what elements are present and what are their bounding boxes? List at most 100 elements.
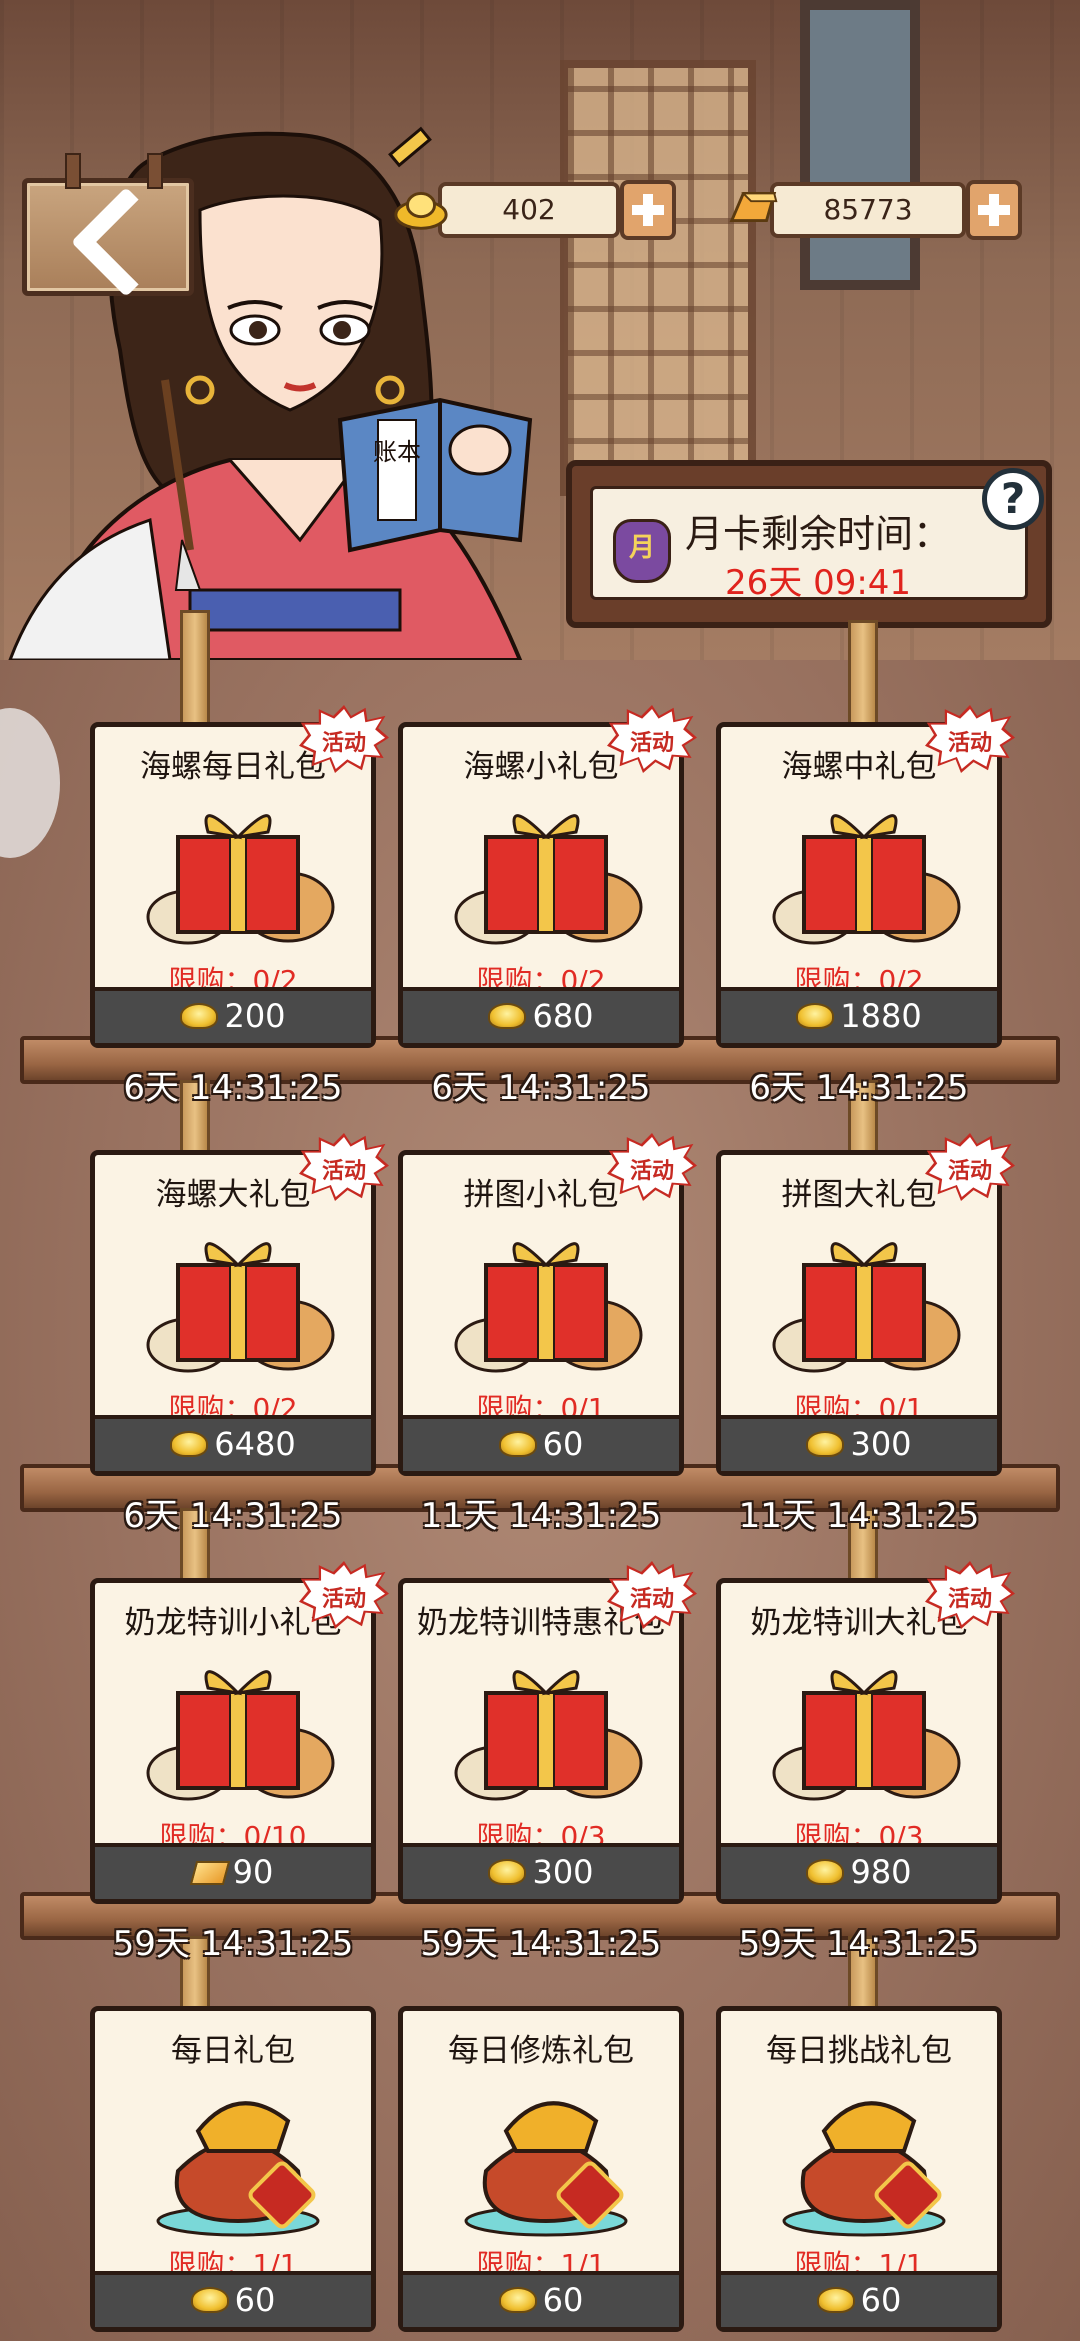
gold-bar-icon: [729, 192, 778, 222]
month-card-badge-icon: 月: [613, 519, 671, 583]
treasure-bag-icon: [464, 2101, 628, 2237]
pack-timer: 6天 14:31:25: [431, 1068, 651, 1108]
gold-currency-display: 402: [394, 182, 620, 238]
price-value: 980: [850, 1853, 912, 1891]
gift-box-icon: [454, 1242, 643, 1373]
treasure-bag-icon: [156, 2101, 320, 2237]
activity-badge-label: 活动: [947, 1159, 992, 1184]
activity-badge: 活动: [925, 1561, 1015, 1629]
pack-card[interactable]: 拼图大礼包 限购：0/1 300 活动: [716, 1133, 1015, 1476]
shelf-pole: [180, 610, 210, 730]
activity-badge: 活动: [607, 1561, 697, 1629]
book-label: 账本: [373, 438, 421, 466]
activity-badge: 活动: [299, 1561, 389, 1629]
pack-name: 每日礼包: [171, 2033, 295, 2069]
activity-badge-label: 活动: [947, 731, 992, 756]
activity-badge: 活动: [607, 1133, 697, 1201]
gold-ingot-icon: [498, 2287, 537, 2313]
pack-timer: 6天 14:31:25: [749, 1068, 969, 1108]
pack-card[interactable]: 海螺中礼包 限购：0/2 1880 活动: [716, 705, 1015, 1048]
gold-ingot-icon: [498, 1431, 537, 1457]
price-button[interactable]: 60: [721, 2271, 997, 2327]
pack-timer: 59天 14:31:25: [420, 1924, 662, 1964]
pack-timer: 59天 14:31:25: [738, 1924, 980, 1964]
price-value: 300: [532, 1853, 594, 1891]
pack-timer: 6天 14:31:25: [123, 1496, 343, 1536]
price-value: 90: [232, 1853, 274, 1891]
pack-name: 每日修炼礼包: [448, 2033, 634, 2069]
price-value: 200: [224, 997, 286, 1035]
gift-box-icon: [454, 814, 643, 945]
gift-box-icon: [146, 1242, 335, 1373]
gold-ingot-icon: [180, 1003, 219, 1029]
activity-badge-label: 活动: [629, 1587, 674, 1612]
month-card-title: 月卡剩余时间：: [685, 512, 952, 556]
activity-badge: 活动: [925, 705, 1015, 773]
price-button[interactable]: 980: [721, 1843, 997, 1899]
gift-box-icon: [772, 814, 961, 945]
price-button[interactable]: 300: [721, 1415, 997, 1471]
price-button[interactable]: 60: [403, 2271, 679, 2327]
background-painting: [800, 0, 920, 290]
gift-box-icon: [772, 1242, 961, 1373]
ingot-currency-display: 85773: [729, 182, 966, 238]
chevron-left-icon: [70, 186, 182, 298]
pack-card[interactable]: 每日修炼礼包 限购：1/1 60: [398, 2006, 684, 2332]
add-ingot-button[interactable]: [966, 180, 1022, 240]
activity-badge: 活动: [299, 705, 389, 773]
price-value: 60: [860, 2281, 902, 2319]
month-card-remaining: 26天 09:41: [725, 563, 912, 603]
treasure-bag-icon: [782, 2101, 946, 2237]
pack-timer: 59天 14:31:25: [112, 1924, 354, 1964]
activity-badge: 活动: [607, 705, 697, 773]
gold-bar-icon: [189, 1861, 230, 1885]
activity-badge: 活动: [925, 1133, 1015, 1201]
price-value: 60: [542, 2281, 584, 2319]
price-value: 60: [542, 1425, 584, 1463]
gold-ingot-icon: [488, 1003, 527, 1029]
price-value: 1880: [840, 997, 922, 1035]
price-button[interactable]: 60: [403, 1415, 679, 1471]
price-value: 6480: [214, 1425, 296, 1463]
price-button[interactable]: 60: [95, 2271, 371, 2327]
price-button[interactable]: 200: [95, 987, 371, 1043]
gold-amount: 402: [502, 193, 556, 226]
gold-ingot-icon: [806, 1859, 845, 1885]
price-value: 300: [850, 1425, 912, 1463]
pack-timer: 11天 14:31:25: [738, 1496, 980, 1536]
activity-badge-label: 活动: [629, 1159, 674, 1184]
pack-card[interactable]: 海螺大礼包 限购：0/2 6480 活动: [90, 1133, 389, 1476]
activity-badge-label: 活动: [321, 1587, 366, 1612]
gold-ingot-icon: [394, 192, 448, 230]
price-button[interactable]: 680: [403, 987, 679, 1043]
pack-card[interactable]: 奶龙特训特惠礼包 限购：0/3 300 活动: [398, 1561, 697, 1904]
pack-card[interactable]: 奶龙特训大礼包 限购：0/3 980 活动: [716, 1561, 1015, 1904]
gold-ingot-icon: [488, 1859, 527, 1885]
add-gold-button[interactable]: [620, 180, 676, 240]
pack-timer: 6天 14:31:25: [123, 1068, 343, 1108]
gift-box-icon: [454, 1670, 643, 1801]
pack-card[interactable]: 奶龙特训小礼包 限购：0/10 90 活动: [90, 1561, 389, 1904]
shelf-pole: [848, 620, 878, 730]
month-card-panel: 月 月卡剩余时间： 26天 09:41: [566, 460, 1052, 628]
pack-card[interactable]: 每日挑战礼包 限购：1/1 60: [716, 2006, 1002, 2332]
pack-card[interactable]: 每日礼包 限购：1/1 60: [90, 2006, 376, 2332]
hanger-peg: [147, 153, 163, 189]
pack-timer: 11天 14:31:25: [420, 1496, 662, 1536]
activity-badge-label: 活动: [321, 731, 366, 756]
month-card-inner: 月 月卡剩余时间： 26天 09:41: [590, 486, 1028, 603]
gold-ingot-icon: [806, 1431, 845, 1457]
gift-box-icon: [146, 1670, 335, 1801]
price-button[interactable]: 300: [403, 1843, 679, 1899]
back-button[interactable]: [22, 153, 194, 298]
pack-card[interactable]: 海螺每日礼包 限购：0/2 200 活动: [90, 705, 389, 1048]
price-button[interactable]: 90: [95, 1843, 371, 1899]
price-button[interactable]: 6480: [95, 1415, 371, 1471]
price-value: 60: [234, 2281, 276, 2319]
pack-card[interactable]: 海螺小礼包 限购：0/2 680 活动: [398, 705, 697, 1048]
pack-card[interactable]: 拼图小礼包 限购：0/1 60 活动: [398, 1133, 697, 1476]
help-button[interactable]: ?: [982, 468, 1044, 530]
activity-badge-label: 活动: [629, 731, 674, 756]
gold-ingot-icon: [190, 2287, 229, 2313]
price-button[interactable]: 1880: [721, 987, 997, 1043]
